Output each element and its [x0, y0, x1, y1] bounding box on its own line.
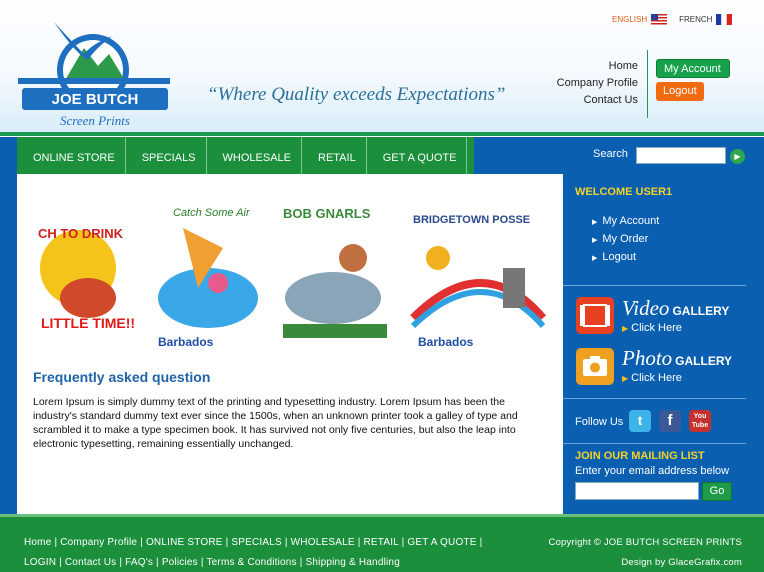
lang-french[interactable]: FRENCH	[679, 15, 712, 24]
mailing-go-button[interactable]: Go	[702, 482, 732, 501]
language-switcher: ENGLISH FRENCH	[612, 14, 733, 25]
top-link-company-profile[interactable]: Company Profile	[557, 75, 638, 92]
video-gallery-title: Video GALLERY	[622, 296, 729, 321]
logout-button[interactable]: Logout	[656, 82, 704, 101]
fr-flag-icon[interactable]	[716, 14, 733, 25]
follow-us-label: Follow Us	[575, 416, 624, 428]
facebook-icon[interactable]: f	[659, 410, 681, 432]
footer-link-company-profile[interactable]: Company Profile	[60, 537, 137, 548]
triangle-right-icon: ▶	[592, 237, 598, 244]
sidebar-my-order[interactable]: ▶ My Order	[592, 233, 648, 245]
footer-links-row1: Home | Company Profile | ONLINE STORE | …	[24, 537, 483, 548]
search-input[interactable]	[636, 147, 726, 164]
design-bridgetown-posse[interactable]: BRIDGETOWN POSSE Barbados	[410, 214, 547, 349]
video-film-icon[interactable]	[576, 297, 614, 334]
video-word: Video	[622, 296, 670, 320]
design-catch-some-air[interactable]: Catch Some Air Barbados	[158, 207, 258, 349]
footer-link-contact-us[interactable]: Contact Us	[65, 557, 116, 568]
photo-gallery-title: Photo GALLERY	[622, 346, 732, 371]
my-account-button[interactable]: My Account	[656, 59, 730, 78]
nav-get-a-quote[interactable]: GET A QUOTE	[367, 137, 468, 174]
nav-wholesale[interactable]: WHOLESALE	[207, 137, 302, 174]
footer-link-get-a-quote[interactable]: GET A QUOTE	[407, 537, 476, 548]
banner-text-4: BOB GNARLS	[283, 206, 371, 221]
photo-word: Photo	[622, 346, 673, 370]
right-frame	[746, 174, 764, 514]
footer-link-retail[interactable]: RETAIL	[363, 537, 398, 548]
footer-link-terms[interactable]: Terms & Conditions	[206, 557, 296, 568]
lang-english[interactable]: ENGLISH	[612, 15, 647, 24]
top-link-contact-us[interactable]: Contact Us	[557, 92, 638, 109]
gallery-word: GALLERY	[672, 304, 730, 318]
sidebar-link-label: My Order	[602, 233, 649, 245]
banner-text-1: CH TO DRINK	[38, 226, 124, 241]
footer-link-online-store[interactable]: ONLINE STORE	[146, 537, 223, 548]
search-label: Search	[593, 148, 628, 160]
mailing-list-subtitle: Enter your email address below	[575, 465, 730, 477]
welcome-text: WELCOME USER1	[575, 186, 673, 198]
nav-online-store[interactable]: ONLINE STORE	[17, 137, 126, 174]
click-here-label: Click Here	[631, 372, 682, 384]
arrow-right-icon: ▶	[622, 324, 629, 333]
tshirt-banner: CH TO DRINK LITTLE TIME!! Catch Some Air…	[33, 188, 548, 356]
photo-camera-icon[interactable]	[576, 348, 614, 385]
joe-butch-logo[interactable]: JOE BUTCH Screen Prints	[14, 14, 174, 132]
banner-text-7: Barbados	[418, 335, 474, 349]
footer-link-faqs[interactable]: FAQ's	[125, 557, 153, 568]
banner-text-5: BRIDGETOWN POSSE	[413, 214, 530, 226]
top-link-home[interactable]: Home	[557, 58, 638, 75]
sidebar-divider	[563, 285, 746, 286]
footer-link-home[interactable]: Home	[24, 537, 51, 548]
main-nav: ONLINE STORE SPECIALS WHOLESALE RETAIL G…	[17, 137, 474, 174]
arrow-right-icon: ▶	[622, 374, 629, 383]
banner-text-2: LITTLE TIME!!	[41, 315, 135, 331]
sidebar-link-label: My Account	[602, 215, 660, 227]
sidebar-my-account[interactable]: ▶ My Account	[592, 215, 659, 227]
us-flag-icon[interactable]	[651, 14, 668, 25]
top-links: Home Company Profile Contact Us	[557, 58, 638, 109]
sidebar-divider	[563, 443, 746, 444]
left-frame	[0, 174, 17, 514]
faq-title: Frequently asked question	[33, 369, 211, 385]
logo-sub: Screen Prints	[60, 113, 130, 128]
triangle-right-icon: ▶	[592, 255, 598, 262]
footer-link-shipping[interactable]: Shipping & Handling	[306, 557, 400, 568]
design-bob-gnarls[interactable]: BOB GNARLS	[283, 206, 387, 338]
design-drink-time[interactable]: CH TO DRINK LITTLE TIME!!	[38, 226, 135, 331]
sidebar-logout[interactable]: ▶ Logout	[592, 251, 636, 263]
nav-retail[interactable]: RETAIL	[302, 137, 367, 174]
copyright-text: Copyright © JOE BUTCH SCREEN PRINTS	[548, 537, 742, 548]
footer-link-policies[interactable]: Policies	[162, 557, 198, 568]
triangle-right-icon: ▶	[592, 219, 598, 226]
footer-link-login[interactable]: LOGIN	[24, 557, 56, 568]
faq-body: Lorem Ipsum is simply dummy text of the …	[33, 396, 518, 450]
tagline: “Where Quality exceeds Expectations”	[207, 84, 506, 105]
banner-text-3: Catch Some Air	[173, 207, 251, 219]
search-go-icon[interactable]: ▶	[730, 149, 745, 164]
photo-click-here[interactable]: ▶ Click Here	[622, 372, 682, 384]
banner-text-6: Barbados	[158, 335, 214, 349]
sidebar-link-label: Logout	[602, 251, 637, 263]
header-divider	[647, 50, 648, 118]
video-click-here[interactable]: ▶ Click Here	[622, 322, 682, 334]
twitter-icon[interactable]: t	[629, 410, 651, 432]
email-field[interactable]	[575, 482, 699, 500]
footer-link-specials[interactable]: SPECIALS	[231, 537, 282, 548]
footer-links-row2: LOGIN | Contact Us | FAQ's | Policies | …	[24, 557, 400, 568]
sidebar-divider	[563, 398, 746, 399]
nav-specials[interactable]: SPECIALS	[126, 137, 207, 174]
youtube-icon[interactable]: You Tube	[689, 410, 711, 432]
gallery-word: GALLERY	[675, 354, 733, 368]
logo-name: JOE BUTCH	[52, 91, 139, 108]
design-credit[interactable]: Design by GlaceGrafix.com	[621, 557, 742, 568]
mailing-list-title: JOIN OUR MAILING LIST	[575, 450, 705, 462]
click-here-label: Click Here	[631, 322, 682, 334]
footer-link-wholesale[interactable]: WHOLESALE	[291, 537, 355, 548]
